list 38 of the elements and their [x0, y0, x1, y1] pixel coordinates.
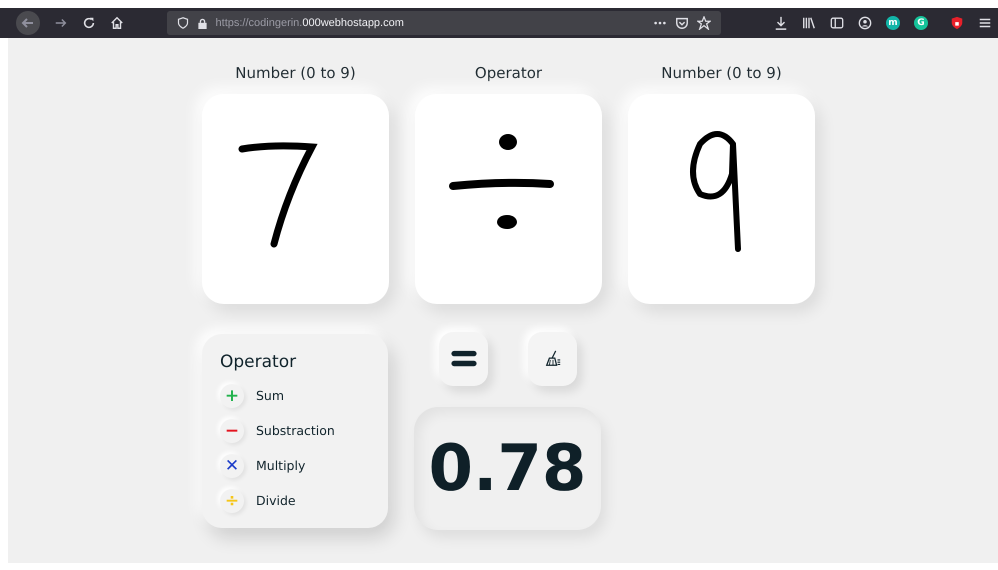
drawing-pad[interactable] — [202, 94, 389, 304]
pocket-icon[interactable] — [675, 16, 689, 30]
result-value: 0.78 — [428, 432, 586, 506]
equals-icon — [450, 350, 478, 368]
drawing-pad[interactable] — [415, 94, 602, 304]
operator-name: Sum — [256, 388, 284, 403]
operator-symbol: − — [220, 418, 244, 442]
equals-button[interactable] — [439, 332, 488, 386]
reload-icon[interactable] — [82, 16, 96, 30]
forward-icon[interactable] — [54, 16, 68, 30]
input-label: Number (0 to 9) — [661, 64, 782, 82]
url-text: https://codingerin.000webhostapp.com — [216, 17, 404, 29]
operator-symbol: ÷ — [220, 488, 244, 512]
menu-icon[interactable] — [978, 16, 992, 30]
extension-icon[interactable]: m — [886, 16, 900, 30]
operator-symbol: + — [220, 384, 244, 408]
drawing-pad[interactable] — [628, 94, 815, 304]
operator-name: Divide — [256, 493, 296, 508]
shield-badge-icon[interactable] — [950, 16, 964, 30]
input-label: Operator — [474, 64, 542, 82]
back-icon[interactable] — [16, 11, 40, 35]
account-icon[interactable] — [858, 16, 872, 30]
home-icon[interactable] — [110, 16, 124, 30]
address-bar[interactable]: https://codingerin.000webhostapp.com — [166, 11, 721, 35]
library-icon[interactable] — [802, 16, 816, 30]
extension-icon[interactable]: G — [914, 16, 928, 30]
operator-name: Substraction — [256, 423, 335, 438]
lock-icon — [196, 18, 208, 28]
clear-button[interactable] — [528, 332, 577, 386]
download-icon[interactable] — [774, 16, 788, 30]
sidebar-icon[interactable] — [830, 16, 844, 30]
operator-name: Multiply — [256, 458, 306, 473]
operator-symbol: ✕ — [220, 454, 244, 478]
shield-icon — [176, 17, 189, 29]
star-icon[interactable] — [697, 16, 711, 30]
broom-icon — [544, 350, 562, 368]
input-label: Number (0 to 9) — [235, 64, 356, 82]
legend-title: Operator — [220, 352, 298, 372]
